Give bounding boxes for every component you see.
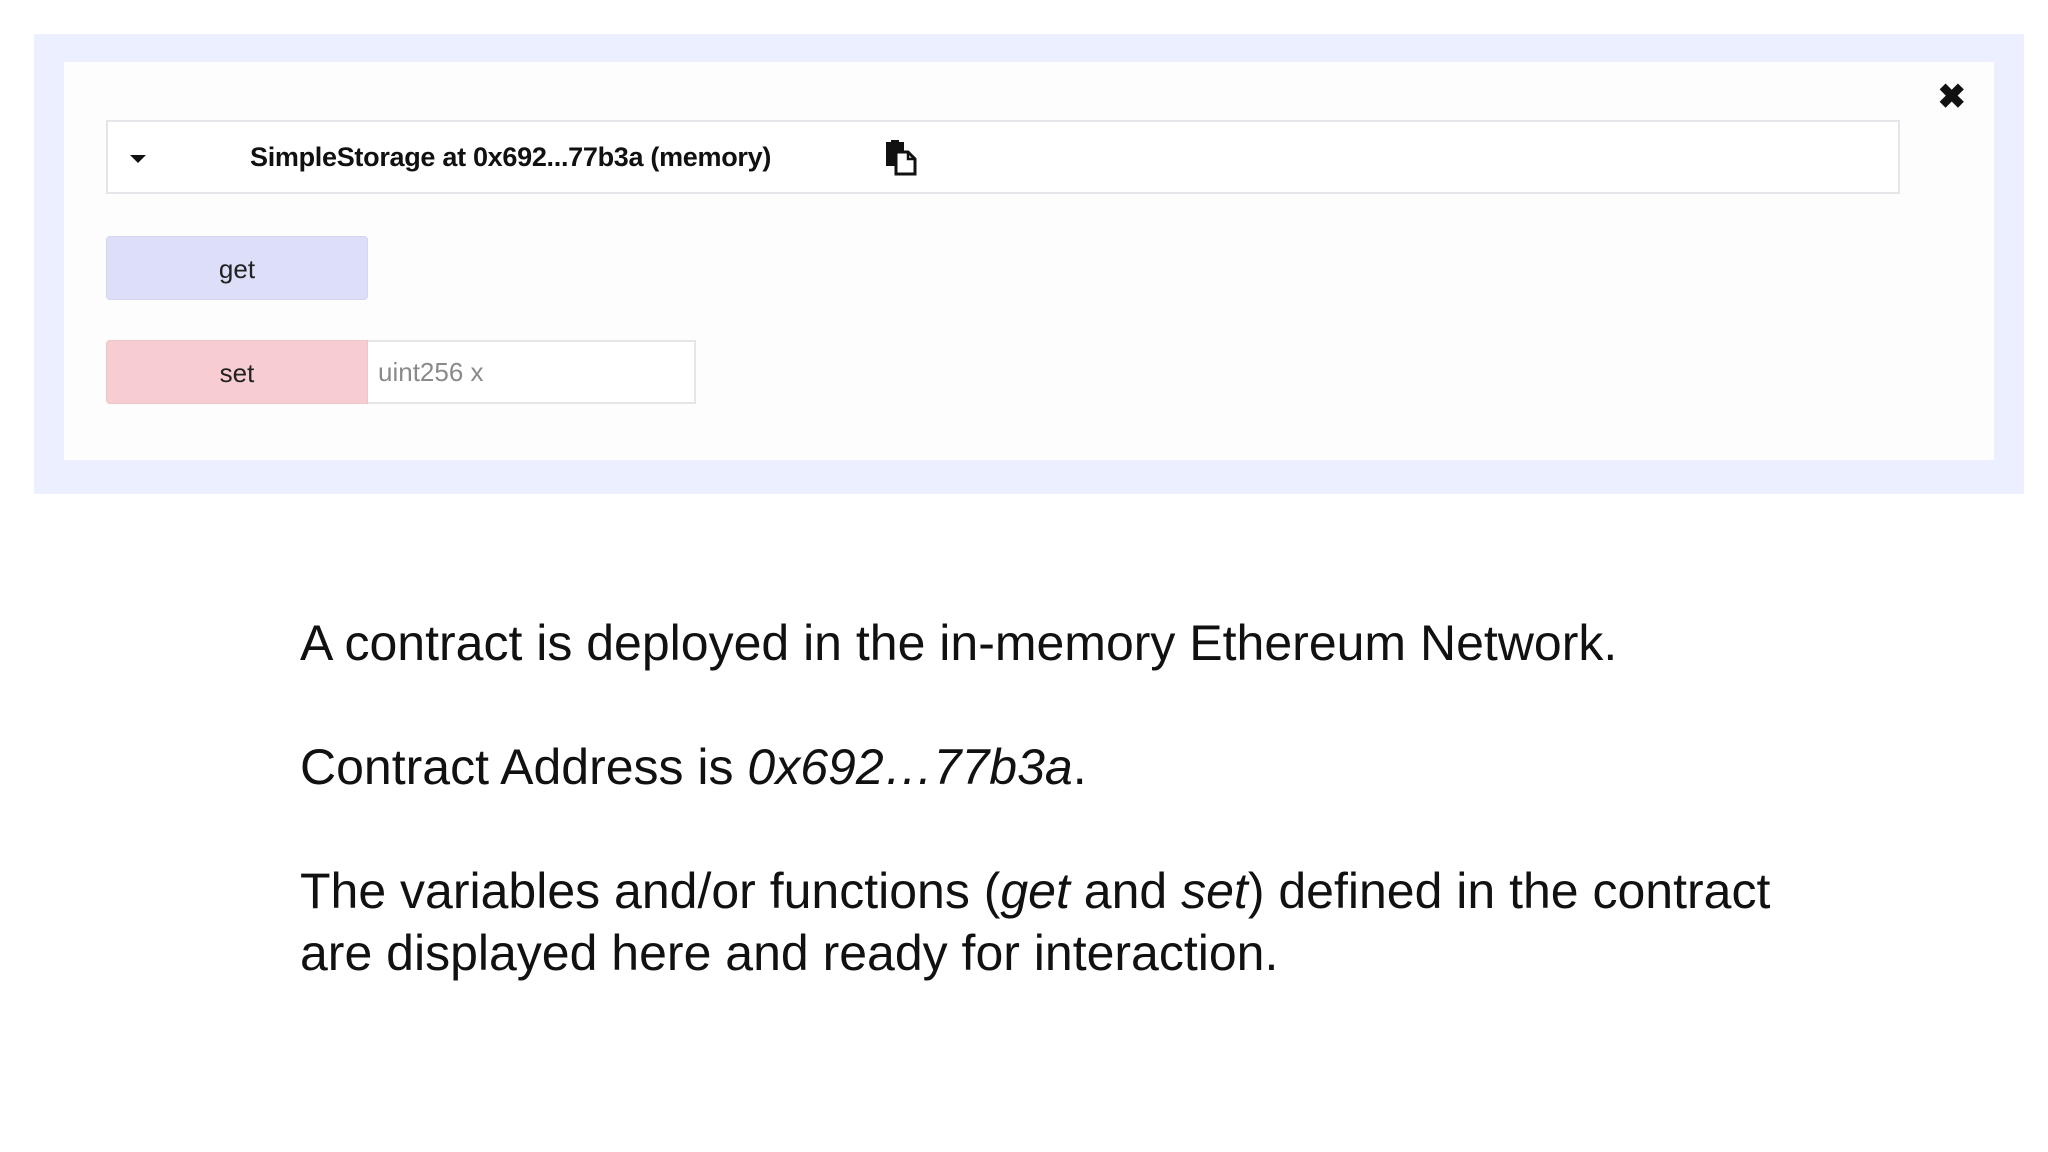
contract-header[interactable]: SimpleStorage at 0x692...77b3a (memory) bbox=[106, 120, 1900, 194]
set-button[interactable]: set bbox=[106, 340, 368, 404]
contract-address-text: 0x692…77b3a bbox=[747, 739, 1073, 795]
get-function-text: get bbox=[1000, 863, 1070, 919]
description-line-1: A contract is deployed in the in-memory … bbox=[300, 615, 1618, 671]
close-icon[interactable]: ✖ bbox=[1938, 80, 1967, 114]
line3-part1: The variables and/or functions ( bbox=[300, 863, 1001, 919]
get-button[interactable]: get bbox=[106, 236, 368, 300]
set-value-input[interactable] bbox=[368, 340, 696, 404]
description-line-2: Contract Address is 0x692…77b3a. bbox=[300, 736, 1800, 798]
description-text: A contract is deployed in the in-memory … bbox=[300, 612, 1800, 984]
copy-icon[interactable] bbox=[884, 140, 918, 176]
address-prefix: Contract Address is bbox=[300, 739, 748, 795]
set-function-text: set bbox=[1181, 863, 1248, 919]
contract-instance-panel: ✖ SimpleStorage at 0x692...77b3a (memory… bbox=[34, 34, 2024, 494]
address-suffix: . bbox=[1072, 739, 1087, 795]
description-line-3: The variables and/or functions (get and … bbox=[300, 860, 1800, 984]
contract-title: SimpleStorage at 0x692...77b3a (memory) bbox=[250, 142, 772, 172]
line3-and: and bbox=[1069, 863, 1182, 919]
contract-instance-card: ✖ SimpleStorage at 0x692...77b3a (memory… bbox=[64, 62, 1994, 460]
caret-down-icon[interactable] bbox=[130, 155, 146, 163]
